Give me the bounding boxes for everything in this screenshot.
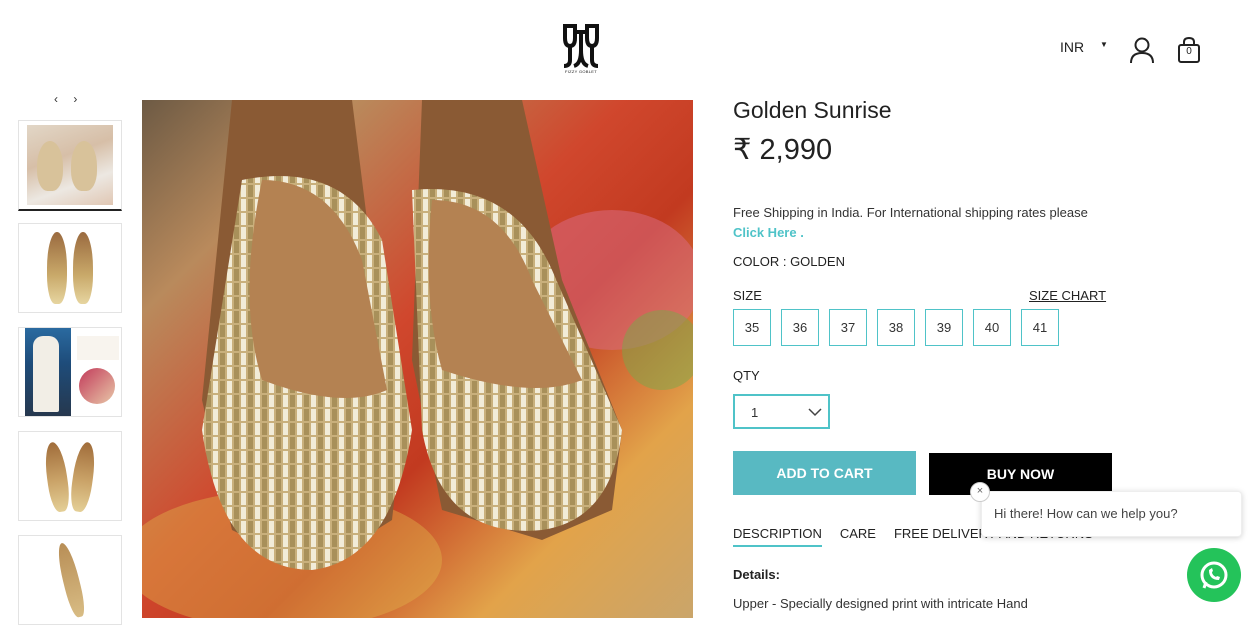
size-option-40[interactable]: 40 <box>973 309 1011 346</box>
chevron-right-icon[interactable]: › <box>73 92 77 106</box>
size-options: 35 36 37 38 39 40 41 <box>733 309 1059 346</box>
size-option-39[interactable]: 39 <box>925 309 963 346</box>
shipping-text: Free Shipping in India. For Internationa… <box>733 205 1088 220</box>
brand-logo[interactable]: FIZZY GOBLET <box>562 24 600 76</box>
tab-description[interactable]: DESCRIPTION <box>733 526 822 547</box>
size-option-35[interactable]: 35 <box>733 309 771 346</box>
size-option-36[interactable]: 36 <box>781 309 819 346</box>
color-label: COLOR : GOLDEN <box>733 254 845 269</box>
shipping-rates-link[interactable]: Click Here . <box>733 225 804 240</box>
product-price: ₹ 2,990 <box>733 134 833 166</box>
size-option-41[interactable]: 41 <box>1021 309 1059 346</box>
qty-value: 1 <box>751 405 759 420</box>
thumbnail-2[interactable] <box>18 223 122 313</box>
details-text: Upper - Specially designed print with in… <box>733 596 1028 611</box>
details-heading: Details: <box>733 567 780 582</box>
qty-label: QTY <box>733 368 760 383</box>
currency-selector[interactable]: INR <box>1060 39 1084 55</box>
thumbnail-1[interactable] <box>18 120 122 211</box>
close-icon[interactable]: × <box>970 482 990 502</box>
logo-text: FIZZY GOBLET <box>565 69 597 74</box>
size-chart-link[interactable]: SIZE CHART <box>1029 288 1106 303</box>
thumbnail-3[interactable] <box>18 327 122 417</box>
add-to-cart-button[interactable]: ADD TO CART <box>733 451 916 495</box>
qty-select[interactable]: 1 <box>733 394 830 429</box>
thumbnail-5[interactable] <box>18 535 122 625</box>
whatsapp-icon[interactable] <box>1187 548 1241 602</box>
shipping-info: Free Shipping in India. For Internationa… <box>733 203 1123 243</box>
chevron-down-icon <box>808 408 822 417</box>
size-label: SIZE <box>733 288 762 303</box>
tab-care[interactable]: CARE <box>840 526 876 547</box>
thumbnail-nav: ‹ › <box>54 92 89 106</box>
buy-now-button[interactable]: BUY NOW <box>929 453 1112 495</box>
thumbnail-4[interactable] <box>18 431 122 521</box>
main-product-image[interactable] <box>142 100 693 618</box>
chevron-left-icon[interactable]: ‹ <box>54 92 58 106</box>
caret-down-icon[interactable]: ▼ <box>1100 40 1108 49</box>
product-title: Golden Sunrise <box>733 97 892 123</box>
chat-message: Hi there! How can we help you? <box>994 506 1178 521</box>
chat-popup[interactable]: Hi there! How can we help you? <box>981 491 1242 537</box>
cart-count-badge: 0 <box>1186 46 1192 57</box>
user-icon[interactable] <box>1129 36 1155 64</box>
size-option-37[interactable]: 37 <box>829 309 867 346</box>
size-option-38[interactable]: 38 <box>877 309 915 346</box>
